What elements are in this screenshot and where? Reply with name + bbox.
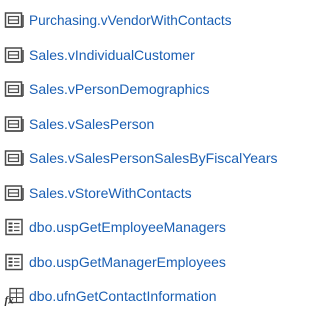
view-icon <box>4 47 24 63</box>
list-item-sales-person[interactable]: Sales.vSalesPerson <box>0 107 334 142</box>
list-item-label: Purchasing.vVendorWithContacts <box>29 12 232 28</box>
list-item-label: dbo.uspGetManagerEmployees <box>29 253 226 270</box>
function-icon: fx <box>5 288 24 307</box>
list-item-vendor-with-contacts[interactable]: Purchasing.vVendorWithContacts <box>0 3 334 38</box>
list-item-individual-customer[interactable]: Sales.vIndividualCustomer <box>0 38 334 73</box>
list-item-label: Sales.vStoreWithContacts <box>29 184 192 201</box>
stored-procedure-icon <box>5 219 23 236</box>
list-item-label: Sales.vSalesPerson <box>29 115 155 132</box>
view-icon <box>4 185 24 201</box>
list-item-label: dbo.ufnGetContactInformation <box>29 288 217 305</box>
list-item-sales-person-sales-by-fiscal-years[interactable]: Sales.vSalesPersonSalesByFiscalYears <box>0 141 334 176</box>
stored-procedure-icon <box>5 253 23 270</box>
view-icon <box>4 150 24 166</box>
svg-text:fx: fx <box>5 295 15 307</box>
view-icon <box>4 116 24 132</box>
list-item-label: Sales.vPersonDemographics <box>29 81 210 98</box>
view-icon <box>4 12 24 28</box>
list-item-get-manager-employees[interactable]: dbo.uspGetManagerEmployees <box>0 245 334 280</box>
list-item-label: Sales.vIndividualCustomer <box>29 46 195 63</box>
list-item-get-employee-managers[interactable]: dbo.uspGetEmployeeManagers <box>0 210 334 245</box>
list-item-store-with-contacts[interactable]: Sales.vStoreWithContacts <box>0 176 334 211</box>
object-list: Purchasing.vVendorWithContacts Sales.vIn… <box>0 0 334 314</box>
list-item-get-contact-information[interactable]: fx dbo.ufnGetContactInformation <box>0 279 334 314</box>
list-item-label: dbo.uspGetEmployeeManagers <box>29 219 226 236</box>
list-item-label: Sales.vSalesPersonSalesByFiscalYears <box>29 150 278 167</box>
view-icon <box>4 81 24 97</box>
list-item-person-demographics[interactable]: Sales.vPersonDemographics <box>0 72 334 107</box>
